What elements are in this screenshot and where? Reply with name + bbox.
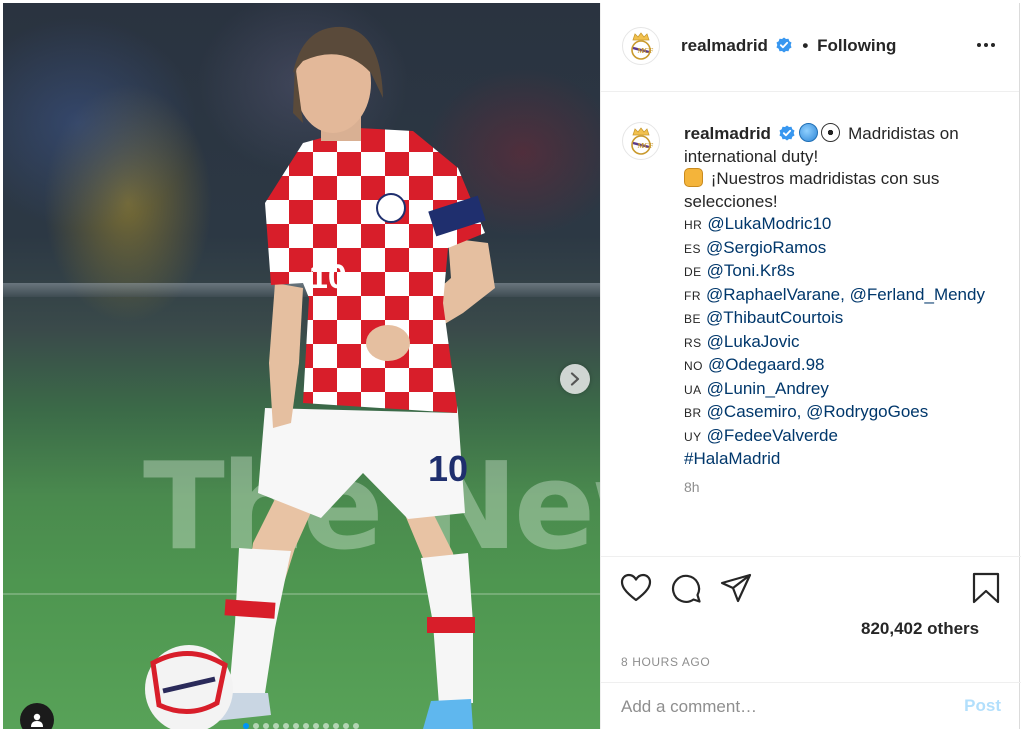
country-code: BR (684, 406, 702, 420)
post-header: MCF realmadrid • Following (601, 3, 1019, 92)
soccer-ball-emoji (821, 123, 841, 142)
svg-text:MCF: MCF (638, 142, 654, 150)
fist-emoji (684, 168, 703, 187)
mention-link[interactable]: @SergioRamos (706, 238, 826, 257)
carousel-dot (333, 723, 339, 729)
mention-line: HR @LukaModric10 (684, 213, 1004, 237)
svg-text:MCF: MCF (638, 47, 654, 55)
post-side-panel: MCF realmadrid • Following MCF realmadri… (600, 3, 1021, 729)
mention-line: ES @SergioRamos (684, 237, 1004, 261)
carousel-dot (353, 723, 359, 729)
tagged-users-button[interactable] (20, 703, 54, 729)
mention-link[interactable]: @FedeeValverde (707, 426, 838, 445)
avatar[interactable]: MCF (622, 122, 660, 160)
verified-icon (776, 37, 792, 53)
carousel-dot (273, 723, 279, 729)
mention-line: UY @FedeeValverde (684, 425, 1004, 449)
username-link[interactable]: realmadrid (681, 36, 768, 55)
like-count[interactable]: 820,402 others (861, 619, 979, 639)
carousel-dot (323, 723, 329, 729)
comment-bar: Post (601, 682, 1021, 729)
post-caption: realmadrid Madridistas on international … (684, 123, 1004, 471)
comment-icon (671, 574, 701, 603)
comment-button[interactable] (669, 571, 703, 605)
heart-icon (620, 573, 652, 602)
post-comment-button[interactable]: Post (964, 696, 1001, 716)
mention-link[interactable]: @ThibautCourtois (706, 308, 843, 327)
mention-line: FR @RaphaelVarane, @Ferland_Mendy (684, 284, 1004, 308)
carousel-dot (243, 723, 249, 729)
shirt-number: 10 (309, 258, 347, 296)
caption-username-link[interactable]: realmadrid (684, 124, 771, 143)
comment-input[interactable] (621, 695, 941, 719)
user-tag-icon (31, 713, 43, 727)
caption-area: MCF realmadrid Madridistas on internatio… (601, 93, 1021, 556)
country-code: UY (684, 429, 702, 444)
like-button[interactable] (619, 571, 653, 605)
chevron-right-icon (570, 372, 580, 386)
avatar[interactable]: MCF (622, 27, 660, 65)
mention-line: DE @Toni.Kr8s (684, 260, 1004, 284)
carousel-dot (253, 723, 259, 729)
save-button[interactable] (969, 571, 1003, 605)
mention-link[interactable]: @LukaModric10 (707, 214, 831, 233)
post-actions: 820,402 others 8 HOURS AGO (601, 556, 1021, 682)
hashtag-link[interactable]: #HalaMadrid (684, 449, 780, 468)
real-madrid-crest-icon: MCF (631, 32, 654, 60)
globe-emoji (799, 123, 819, 142)
post-time[interactable]: 8 HOURS AGO (621, 655, 710, 669)
country-code: FR (684, 288, 701, 303)
mention-link[interactable]: @Lunin_Andrey (707, 379, 829, 398)
carousel-dot (313, 723, 319, 729)
mention-link[interactable]: @LukaJovic (707, 332, 800, 351)
bookmark-icon (972, 572, 1000, 604)
carousel-dot (293, 723, 299, 729)
carousel-dot (283, 723, 289, 729)
mention-line: BR @Casemiro, @RodrygoGoes (684, 401, 1004, 425)
mention-link[interactable]: @Casemiro, @RodrygoGoes (707, 402, 929, 421)
mention-link[interactable]: @Odegaard.98 (708, 355, 825, 374)
mention-link[interactable]: @Toni.Kr8s (707, 261, 795, 280)
player-illustration: 10 10 (145, 26, 495, 729)
country-code: DE (684, 265, 702, 279)
caption-subline: ¡Nuestros madridistas con sus seleccione… (684, 169, 940, 211)
carousel-next-button[interactable] (560, 364, 590, 394)
following-button[interactable]: Following (817, 36, 896, 55)
carousel-dots (243, 723, 359, 729)
country-code: HR (684, 218, 703, 232)
carousel-dot (263, 723, 269, 729)
separator-dot: • (802, 36, 809, 55)
country-code: RS (684, 335, 702, 350)
carousel-dot (303, 723, 309, 729)
caption-timestamp[interactable]: 8h (684, 479, 700, 495)
post-photo[interactable]: The New 10 10 (3, 3, 600, 729)
mention-line: RS @LukaJovic (684, 331, 1004, 355)
real-madrid-crest-icon: MCF (631, 127, 654, 155)
country-code: BE (684, 312, 702, 326)
mention-link[interactable]: @RaphaelVarane, @Ferland_Mendy (706, 285, 985, 304)
share-icon (720, 573, 752, 603)
share-button[interactable] (719, 571, 753, 605)
mention-line: UA @Lunin_Andrey (684, 378, 1004, 402)
verified-icon (779, 125, 795, 141)
more-options-icon[interactable] (973, 34, 999, 56)
mention-line: NO @Odegaard.98 (684, 354, 1004, 378)
country-code: NO (684, 359, 703, 373)
mention-line: BE @ThibautCourtois (684, 307, 1004, 331)
carousel-dot (343, 723, 349, 729)
mention-list: HR @LukaModric10 ES @SergioRamos DE @Toni.Kr8… (684, 213, 1004, 448)
country-code: ES (684, 241, 702, 256)
country-code: UA (684, 382, 702, 397)
shorts-number: 10 (428, 448, 468, 489)
